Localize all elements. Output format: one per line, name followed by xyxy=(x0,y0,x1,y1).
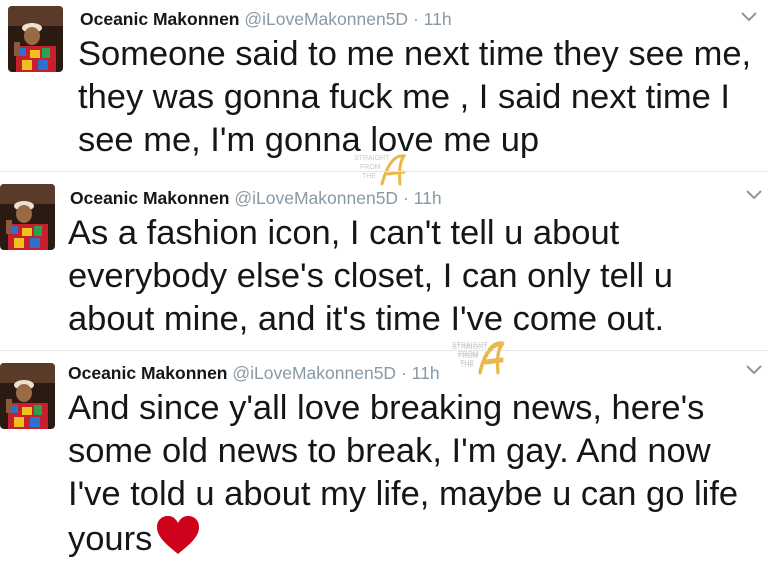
display-name[interactable]: Oceanic Makonnen xyxy=(68,363,228,383)
timestamp[interactable]: 11h xyxy=(412,363,440,383)
tweet-header: Oceanic Makonnen @iLoveMakonnen5D · 11h xyxy=(68,363,440,383)
separator: · xyxy=(400,363,407,383)
tweet-line-last: yours xyxy=(68,516,738,561)
chevron-down-icon[interactable] xyxy=(741,12,757,22)
tweet-line: some old news to break, I'm gay. And now xyxy=(68,432,711,470)
chevron-down-icon[interactable] xyxy=(746,190,762,200)
watermark-text-top: STRAIGHT xyxy=(452,344,488,351)
avatar-image xyxy=(0,363,55,429)
watermark-text-middle: FROM xyxy=(360,164,381,171)
display-name[interactable]: Oceanic Makonnen xyxy=(70,188,230,208)
avatar-image xyxy=(8,6,63,72)
tweet-line: everybody else's closet, I can only tell… xyxy=(68,257,673,295)
tweet-line: And since y'all love breaking news, here… xyxy=(68,389,705,427)
avatar[interactable] xyxy=(8,6,63,72)
tweet-3[interactable]: Oceanic Makonnen @iLoveMakonnen5D · 11h … xyxy=(0,343,768,571)
tweet-line: As a fashion icon, I can't tell u about xyxy=(68,214,620,252)
tweet-text: As a fashion icon, I can't tell u about … xyxy=(68,212,673,341)
tweet-line: Someone said to me next time they see me… xyxy=(78,35,752,73)
tweet-line: about mine, and it's time I've come out. xyxy=(68,300,665,338)
watermark-text-middle: FROM xyxy=(458,353,479,360)
red-heart-icon xyxy=(157,516,200,554)
display-name[interactable]: Oceanic Makonnen xyxy=(80,9,240,29)
tweet-line: I've told u about my life, maybe u can g… xyxy=(68,475,739,513)
tweet-2[interactable]: Oceanic Makonnen @iLoveMakonnen5D · 11h … xyxy=(0,172,768,373)
timestamp[interactable]: 11h xyxy=(424,9,452,29)
tweet-header: Oceanic Makonnen @iLoveMakonnen5D · 11h xyxy=(80,9,452,29)
user-handle[interactable]: @iLoveMakonnen5D xyxy=(244,9,408,29)
tweet-header: Oceanic Makonnen @iLoveMakonnen5D · 11h xyxy=(70,188,442,208)
watermark-text-top: STRAIGHT xyxy=(354,155,390,162)
separator: · xyxy=(402,188,409,208)
tweet-text: And since y'all love breaking news, here… xyxy=(68,387,738,561)
tweet-line: they was gonna fuck me , I said next tim… xyxy=(78,78,730,116)
avatar[interactable] xyxy=(0,184,55,250)
tweet-text: Someone said to me next time they see me… xyxy=(78,33,751,162)
user-handle[interactable]: @iLoveMakonnen5D xyxy=(234,188,398,208)
separator: · xyxy=(412,9,419,29)
user-handle[interactable]: @iLoveMakonnen5D xyxy=(232,363,396,383)
watermark-logo: STRAIGHT FROM THE xyxy=(452,343,505,375)
tweet-1[interactable]: Oceanic Makonnen @iLoveMakonnen5D · 11h … xyxy=(0,0,768,186)
timestamp[interactable]: 11h xyxy=(414,188,442,208)
tweet-line: yours xyxy=(68,520,153,558)
avatar-image xyxy=(0,184,55,250)
watermark-text-bottom: THE xyxy=(460,362,474,369)
avatar[interactable] xyxy=(0,363,55,429)
chevron-down-icon[interactable] xyxy=(746,365,762,375)
